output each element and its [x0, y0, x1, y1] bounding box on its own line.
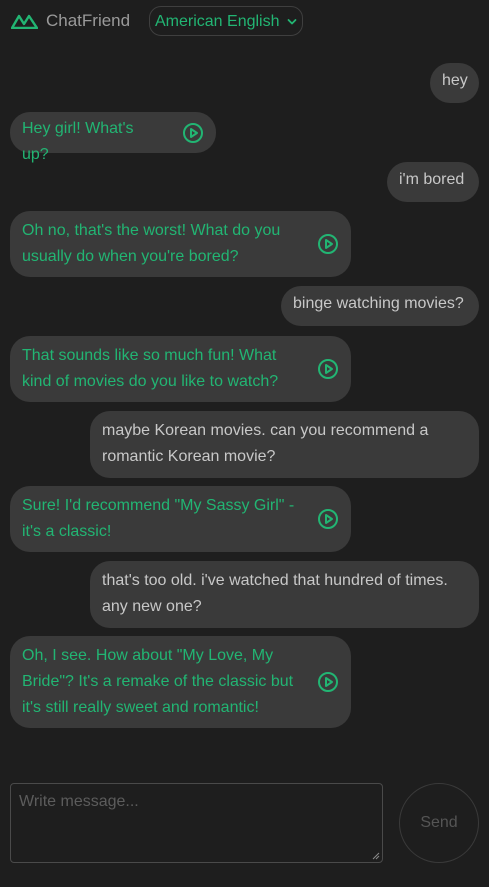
chat-app: ChatFriend American English hey Hey girl… — [0, 0, 489, 887]
message-text: Hey girl! What's up? — [22, 120, 134, 163]
message-text: that's too old. i've watched that hundre… — [102, 572, 448, 615]
user-message: hey — [430, 63, 479, 103]
bot-message: Oh no, that's the worst! What do you usu… — [10, 211, 351, 277]
message-text: binge watching movies? — [293, 295, 464, 312]
user-message: maybe Korean movies. can you recommend a… — [90, 411, 479, 478]
user-message: i'm bored — [387, 162, 479, 202]
message-text: Oh, I see. How about "My Love, My Bride"… — [22, 647, 294, 716]
message-list: hey Hey girl! What's up? i'm bored Oh no… — [0, 0, 489, 760]
bot-message: Hey girl! What's up? — [10, 112, 216, 163]
message-text: That sounds like so much fun! What kind … — [22, 347, 279, 390]
message-text: hey — [442, 72, 468, 89]
message-text: i'm bored — [399, 171, 465, 188]
message-composer — [10, 783, 383, 863]
bot-message: Sure! I'd recommend "My Sassy Girl" - it… — [10, 486, 351, 552]
send-button[interactable]: Send — [399, 783, 479, 863]
play-audio-icon[interactable] — [182, 122, 204, 144]
message-text: Sure! I'd recommend "My Sassy Girl" - it… — [22, 497, 295, 540]
play-audio-icon[interactable] — [317, 358, 339, 380]
user-message: that's too old. i've watched that hundre… — [90, 561, 479, 628]
bot-message: Oh, I see. How about "My Love, My Bride"… — [10, 636, 351, 728]
resize-grip-icon[interactable] — [372, 852, 380, 860]
bot-message: That sounds like so much fun! What kind … — [10, 336, 351, 402]
message-text: maybe Korean movies. can you recommend a… — [102, 422, 429, 465]
play-audio-icon[interactable] — [317, 233, 339, 255]
play-audio-icon[interactable] — [317, 671, 339, 693]
play-audio-icon[interactable] — [317, 508, 339, 530]
message-text: Oh no, that's the worst! What do you usu… — [22, 222, 281, 265]
message-input[interactable] — [11, 784, 382, 862]
user-message: binge watching movies? — [281, 286, 479, 326]
